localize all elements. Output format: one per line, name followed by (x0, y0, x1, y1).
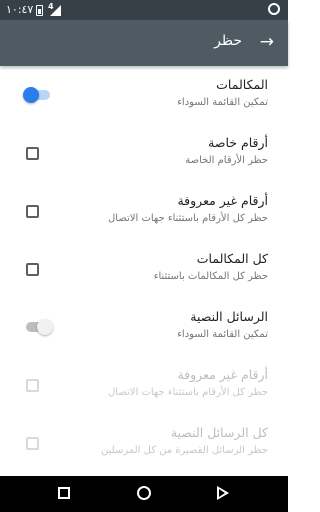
setting-subtitle: تمكين القائمة السوداء (177, 329, 268, 340)
setting-title: كل الرسائل النصية (170, 425, 268, 440)
setting-subtitle: حظر الرسائل القصيرة من كل المرسلين (101, 445, 268, 456)
setting-calls[interactable]: المكالمات تمكين القائمة السوداء (0, 66, 288, 122)
toggle-thumb (23, 87, 39, 103)
battery-icon (36, 5, 43, 16)
navigation-bar (0, 476, 288, 512)
home-icon[interactable] (137, 486, 151, 500)
toggle-thumb (37, 319, 53, 335)
setting-private-numbers[interactable]: أرقام خاصة حظر الأرقام الخاصة (0, 124, 288, 180)
app-bar: → حظر (0, 20, 288, 66)
page-title: حظر (214, 33, 242, 49)
back-icon[interactable] (217, 486, 229, 500)
setting-title: أرقام خاصة (208, 135, 268, 150)
setting-all-calls[interactable]: كل المكالمات حظر كل المكالمات باستثناء (0, 240, 288, 296)
status-time: ١٠:٤٧ (6, 3, 34, 16)
unknown-numbers-checkbox[interactable] (26, 205, 39, 218)
private-numbers-checkbox[interactable] (26, 147, 39, 160)
setting-title: المكالمات (216, 77, 268, 92)
back-arrow-icon[interactable]: → (260, 32, 274, 52)
recents-icon[interactable] (58, 487, 70, 499)
vpn-icon (268, 3, 280, 15)
setting-all-sms: كل الرسائل النصية حظر الرسائل القصيرة من… (0, 414, 288, 470)
all-sms-checkbox (26, 437, 39, 450)
setting-unknown-numbers[interactable]: أرقام غير معروفة حظر كل الأرقام باستثناء… (0, 182, 288, 238)
network-type: 4 (48, 2, 54, 11)
setting-subtitle: حظر كل الأرقام باستثناء جهات الاتصال (108, 213, 268, 224)
all-calls-checkbox[interactable] (26, 263, 39, 276)
setting-title: الرسائل النصية (190, 309, 268, 324)
sms-toggle[interactable] (26, 319, 53, 335)
setting-sms[interactable]: الرسائل النصية تمكين القائمة السوداء (0, 298, 288, 354)
sms-unknown-checkbox (26, 379, 39, 392)
setting-subtitle: حظر الأرقام الخاصة (185, 155, 268, 166)
settings-list: المكالمات تمكين القائمة السوداء أرقام خا… (0, 66, 288, 476)
calls-toggle[interactable] (23, 87, 50, 103)
setting-title: كل المكالمات (196, 251, 268, 266)
status-bar: ١٠:٤٧ 4 (0, 0, 288, 20)
setting-sms-unknown-numbers: أرقام غير معروفة حظر كل الأرقام باستثناء… (0, 356, 288, 412)
setting-title: أرقام غير معروفة (177, 367, 268, 382)
setting-subtitle: تمكين القائمة السوداء (177, 97, 268, 108)
setting-subtitle: حظر كل الأرقام باستثناء جهات الاتصال (108, 387, 268, 398)
setting-subtitle: حظر كل المكالمات باستثناء (153, 271, 268, 282)
setting-title: أرقام غير معروفة (177, 193, 268, 208)
